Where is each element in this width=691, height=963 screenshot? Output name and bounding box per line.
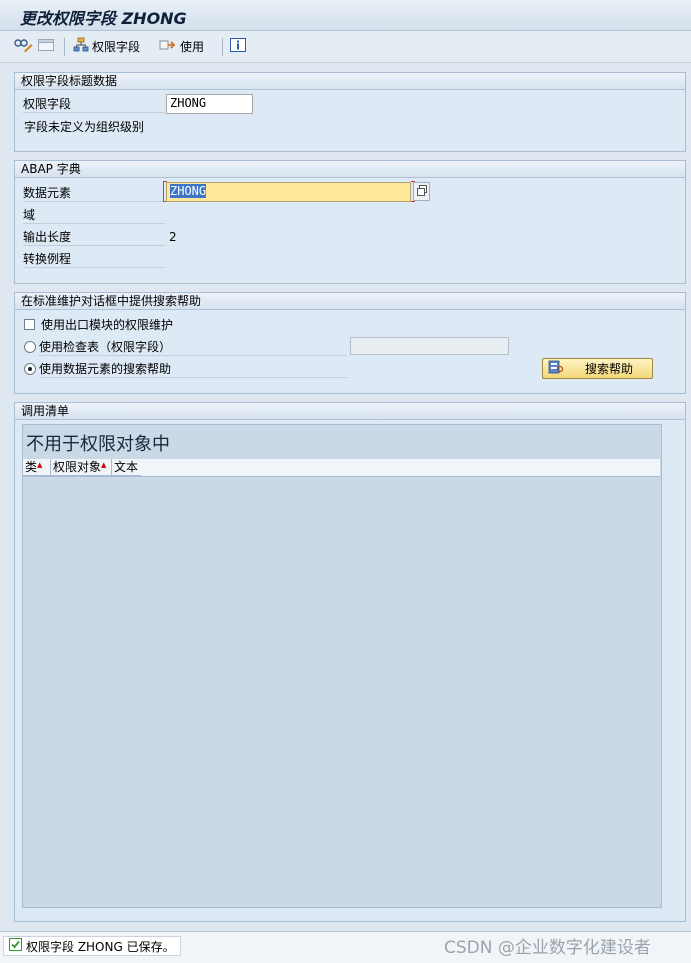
column-header-text[interactable]: 文本 [112, 459, 141, 476]
auth-field-value[interactable]: ZHONG [166, 94, 253, 114]
column-header-auth-object[interactable]: 权限对象▲ [51, 459, 112, 476]
data-element-value: ZHONG [170, 184, 207, 198]
where-used-button[interactable]: 使用 [159, 35, 204, 57]
display-change-button[interactable] [13, 35, 33, 57]
copy-windows-icon [416, 184, 428, 201]
exit-module-checkbox-label: 使用出口模块的权限维护 [41, 318, 174, 332]
check-table-radio[interactable] [24, 341, 36, 353]
column-header-class[interactable]: 类▲ [23, 459, 51, 476]
sort-icon: ▲ [101, 461, 107, 469]
info-button[interactable] [230, 35, 246, 57]
column-header-auth-object-label: 权限对象 [53, 460, 102, 474]
search-help-icon [548, 360, 564, 377]
abap-dictionary-group-title: ABAP 字典 [15, 161, 685, 178]
output-length-label: 输出长度 [23, 229, 165, 246]
toolbar-separator [222, 38, 223, 56]
data-element-label: 数据元素 [23, 185, 165, 202]
status-message-text: 权限字段 ZHONG 已保存。 [26, 939, 175, 954]
navigate-button[interactable] [413, 182, 430, 201]
toolbar-separator [64, 38, 65, 56]
data-element-search-help-radio[interactable] [24, 363, 36, 375]
where-used-icon [159, 37, 177, 56]
where-used-button-label: 使用 [180, 39, 205, 54]
output-length-value: 2 [169, 230, 177, 244]
info-icon [230, 37, 246, 55]
sort-icon: ▲ [37, 461, 43, 469]
data-element-field[interactable]: ZHONG [166, 182, 411, 202]
check-table-radio-label: 使用检查表（权限字段） [39, 339, 347, 356]
where-used-group-title: 调用清单 [15, 403, 685, 420]
conversion-routine-label: 转换例程 [23, 251, 165, 268]
auth-field-button-label: 权限字段 [92, 39, 141, 54]
where-used-table [22, 424, 662, 908]
check-table-field[interactable] [350, 337, 509, 355]
hierarchy-icon [73, 37, 89, 56]
table-title: 不用于权限对象中 [26, 434, 170, 455]
watermark: CSDN @企业数字化建设者 [444, 938, 651, 958]
page-title: 更改权限字段 ZHONG [20, 9, 187, 28]
header-data-group-title: 权限字段标题数据 [15, 73, 685, 90]
glasses-pencil-icon [13, 37, 33, 56]
success-check-icon [9, 938, 22, 954]
exit-module-checkbox[interactable] [24, 319, 35, 330]
auth-field-label: 权限字段 [23, 96, 165, 113]
column-header-class-label: 类 [25, 460, 38, 474]
auth-field-button[interactable]: 权限字段 [73, 35, 140, 57]
status-message[interactable]: 权限字段 ZHONG 已保存。 [3, 936, 181, 956]
window-icon [38, 38, 54, 55]
domain-label: 域 [23, 207, 165, 224]
search-help-button-label: 搜索帮助 [585, 362, 634, 376]
org-level-note: 字段未定义为组织级别 [24, 120, 145, 134]
other-object-button[interactable] [38, 35, 54, 57]
column-header-text-label: 文本 [114, 460, 139, 474]
search-help-button[interactable]: 搜索帮助 [542, 358, 653, 379]
data-element-search-help-label: 使用数据元素的搜索帮助 [39, 361, 347, 378]
search-help-group-title: 在标准维护对话框中提供搜索帮助 [15, 293, 685, 310]
